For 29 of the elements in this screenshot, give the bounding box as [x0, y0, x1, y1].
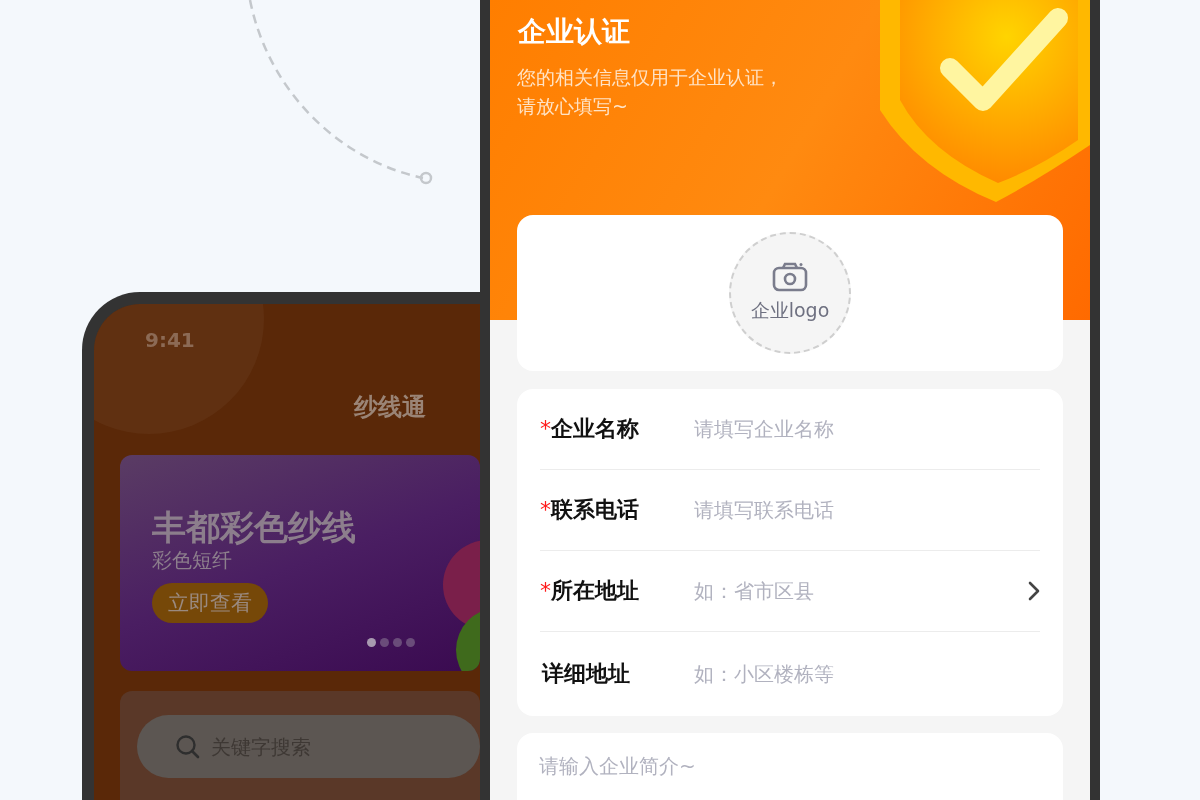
subtitle-text: 请放心填写~ — [517, 94, 629, 119]
subtitle-text: 您的相关信息仅用于企业认证， — [517, 65, 784, 90]
carousel-dot[interactable] — [406, 638, 415, 647]
app-title: 纱线通 — [354, 392, 426, 422]
required-mark: * — [540, 497, 551, 522]
input-field[interactable]: 如：小区楼栋等 — [692, 661, 1040, 687]
banner-title: 丰都彩色纱线 — [152, 507, 356, 547]
shield-check-icon — [878, 0, 1090, 205]
search-icon — [175, 733, 201, 760]
page-title: 企业认证 — [517, 14, 631, 50]
required-mark: * — [540, 578, 551, 603]
banner-subtitle: 彩色短纤 — [152, 547, 233, 573]
camera-icon — [772, 262, 808, 292]
carousel-dot[interactable] — [380, 638, 389, 647]
field-label: 详细地址 — [542, 660, 630, 688]
input-field[interactable]: 如：省市区县 — [692, 578, 1028, 604]
view-now-button[interactable]: 立即查看 — [152, 583, 268, 623]
field-label: 所在地址 — [551, 577, 639, 605]
required-mark: * — [540, 416, 551, 441]
logo-upload-button[interactable]: 企业logo — [729, 232, 851, 354]
input-field[interactable]: 请填写联系电话 — [692, 497, 1040, 523]
carousel-dot[interactable] — [367, 638, 376, 647]
input-field[interactable]: 请填写企业名称 — [692, 416, 1040, 442]
intro-field[interactable]: 请输入企业简介~ — [517, 733, 1063, 800]
status-time: 9:41 — [145, 328, 196, 352]
chevron-right-icon[interactable] — [1028, 581, 1040, 601]
field-label: 企业名称 — [551, 415, 639, 443]
carousel-dot[interactable] — [393, 638, 402, 647]
field-label: 联系电话 — [551, 496, 639, 524]
